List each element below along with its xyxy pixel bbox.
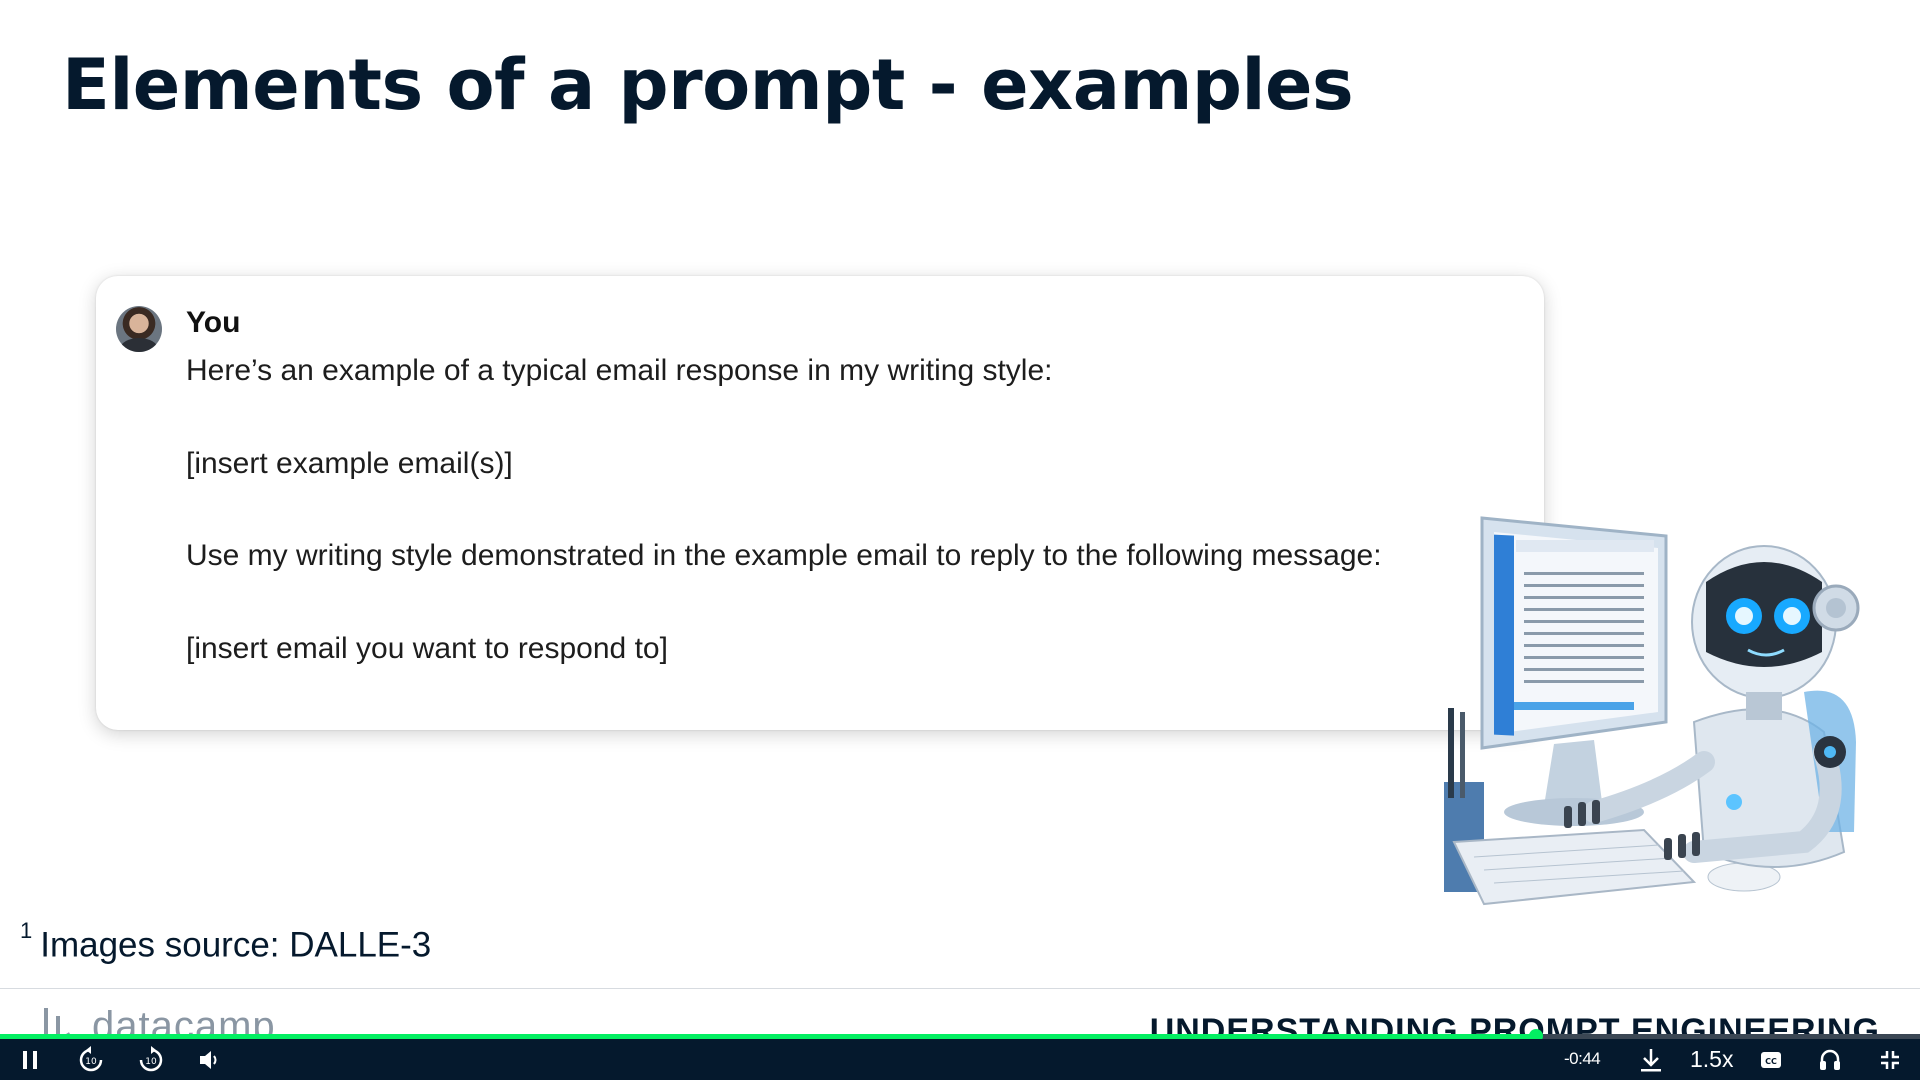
pause-icon: [23, 1050, 37, 1069]
captions-icon: CC: [1761, 1051, 1781, 1068]
rewind-10-icon: 10: [79, 1045, 103, 1071]
download-button[interactable]: [1636, 1039, 1666, 1080]
message-line: Here’s an example of a typical email res…: [186, 354, 1053, 387]
avatar: [116, 306, 162, 352]
video-player-controls: 10 10 -0:44 1.5x CC: [0, 1039, 1920, 1080]
audio-button[interactable]: [1814, 1039, 1846, 1080]
playback-speed-button[interactable]: 1.5x: [1690, 1046, 1733, 1073]
message-line: Use my writing style demonstrated in the…: [186, 539, 1382, 572]
rewind-10-button[interactable]: 10: [74, 1039, 108, 1080]
sender-name: You: [186, 306, 241, 339]
volume-button[interactable]: [194, 1039, 226, 1080]
captions-button[interactable]: CC: [1756, 1039, 1786, 1080]
message-line: [insert email you want to respond to]: [186, 632, 668, 665]
pause-button[interactable]: [14, 1039, 46, 1080]
chat-message-card: You Here’s an example of a typical email…: [96, 276, 1544, 730]
footnote-marker: 1: [20, 918, 33, 943]
footer-divider: [0, 988, 1920, 989]
svg-text:10: 10: [85, 1057, 97, 1067]
footnote: 1 Images source: DALLE-3: [20, 918, 432, 966]
svg-text:10: 10: [145, 1057, 157, 1067]
audio-icon: [1820, 1049, 1840, 1070]
forward-10-icon: 10: [139, 1045, 163, 1071]
download-icon: [1641, 1048, 1661, 1071]
forward-10-button[interactable]: 10: [134, 1039, 168, 1080]
exit-fullscreen-button[interactable]: [1874, 1039, 1906, 1080]
svg-text:CC: CC: [1765, 1057, 1777, 1066]
message-line: [insert example email(s)]: [186, 447, 513, 480]
slide-title: Elements of a prompt - examples: [62, 44, 1354, 126]
time-remaining: -0:44: [1564, 1049, 1601, 1068]
exit-fullscreen-icon: [1881, 1050, 1899, 1069]
footnote-text: Images source: DALLE-3: [40, 925, 432, 965]
robot-illustration: [1444, 516, 1860, 906]
volume-icon: [200, 1050, 217, 1069]
